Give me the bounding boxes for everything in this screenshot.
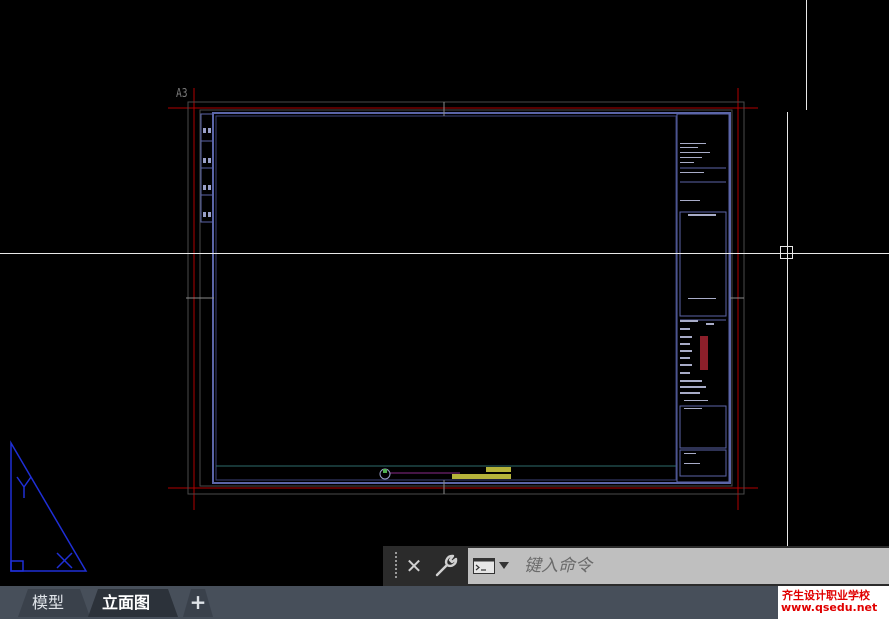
command-input[interactable] (524, 554, 884, 578)
command-prompt-icon[interactable] (473, 558, 495, 574)
watermark-url: www.qsedu.net (781, 601, 878, 614)
sheet-inner-border (215, 115, 677, 481)
watermark: 齐生设计职业学校 www.qsedu.net (778, 586, 889, 619)
sheet-border (212, 112, 731, 484)
crosshair-vertical-upper (806, 0, 807, 110)
drag-grip-handle[interactable] (395, 552, 397, 580)
sheet-outer-frame (187, 101, 745, 495)
close-icon[interactable]: ✕ (403, 553, 425, 579)
paper-margin-guides (168, 88, 758, 510)
drawing-canvas[interactable] (0, 0, 889, 586)
ground-line (216, 465, 676, 480)
revision-strip (200, 113, 214, 223)
add-layout-button[interactable]: + (183, 589, 213, 617)
centering-marks (186, 102, 744, 494)
pickbox-cursor (780, 246, 793, 259)
wrench-icon[interactable] (433, 553, 459, 579)
title-block-text (680, 143, 716, 464)
tab-model[interactable]: 模型 (18, 589, 90, 617)
layout-tab-bar: 模型 立面图 + (0, 586, 889, 619)
tab-elevation[interactable]: 立面图 (88, 589, 178, 617)
paper-size-label: A3 (176, 86, 188, 100)
crosshair-horizontal (0, 253, 889, 254)
crosshair-vertical (787, 112, 788, 586)
chevron-down-icon[interactable] (499, 562, 509, 569)
command-input-field[interactable] (468, 548, 889, 584)
command-line-bar: ✕ (383, 546, 889, 586)
ucs-triangle-icon (10, 440, 88, 572)
